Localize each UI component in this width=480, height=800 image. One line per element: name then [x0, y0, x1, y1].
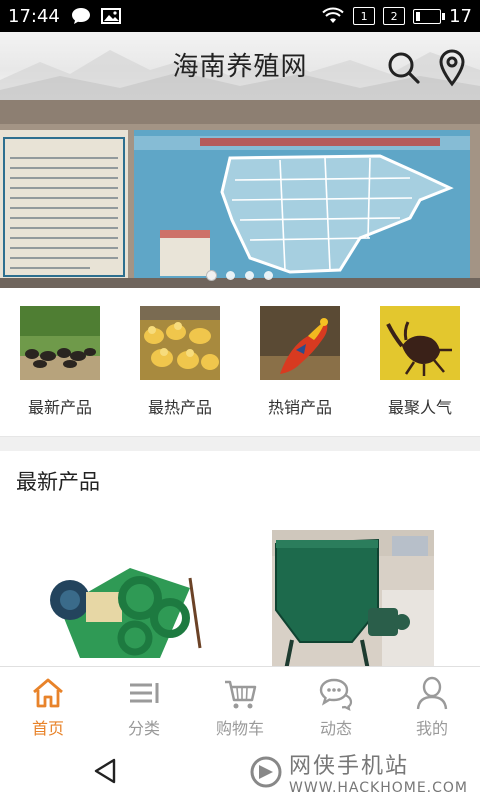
banner-image: [0, 100, 480, 288]
watermark: 网侠手机站 WWW.HACKHOME.COM: [249, 748, 468, 796]
tab-label: 分类: [127, 719, 160, 738]
status-bar: 17:44 1 2 17: [0, 0, 480, 32]
watermark-url: WWW.HACKHOME.COM: [289, 780, 468, 796]
tab-label: 动态: [319, 719, 352, 738]
category-list-icon: [130, 683, 159, 703]
section-title: 最新产品: [16, 470, 100, 494]
tab-home[interactable]: 首页: [0, 667, 96, 743]
quick-link-hottest[interactable]: 最热产品: [120, 288, 240, 436]
status-time: 17:44: [8, 5, 60, 27]
wifi-icon: [322, 7, 344, 23]
quick-link-label: 最热产品: [147, 398, 212, 417]
rhinoceros-beetle-image: [380, 306, 460, 380]
tab-mine[interactable]: 我的: [384, 667, 480, 743]
ducklings-image: [140, 306, 220, 380]
quick-links: 最新产品 最热产品 热销产品 最聚人气: [0, 288, 480, 436]
banner-carousel[interactable]: [0, 100, 480, 288]
product-card-feed-machine[interactable]: [40, 538, 210, 666]
message-icon: [71, 8, 90, 24]
cattle-herd-image: [20, 306, 100, 380]
tab-news[interactable]: 动态: [288, 667, 384, 743]
section-divider: [0, 436, 480, 451]
sim2-badge: 2: [383, 7, 406, 25]
quick-link-label: 最聚人气: [387, 398, 452, 417]
tab-label: 首页: [31, 719, 64, 738]
watermark-name: 网侠手机站: [289, 754, 410, 779]
image-icon: [100, 8, 121, 24]
user-icon: [416, 676, 448, 710]
location-pin-icon[interactable]: [436, 48, 468, 88]
quick-link-popular[interactable]: 最聚人气: [360, 288, 480, 436]
bottom-tab-bar: 首页 分类 购物车 动态 我的: [0, 666, 480, 743]
carousel-dot[interactable]: [245, 271, 254, 280]
app-header: 海南养殖网: [0, 32, 480, 100]
tab-cart[interactable]: 购物车: [192, 667, 288, 743]
carousel-dot[interactable]: [207, 271, 216, 280]
quick-link-label: 热销产品: [267, 398, 332, 417]
battery-level: 17: [449, 5, 472, 27]
golden-pheasant-image: [260, 306, 340, 380]
home-icon: [33, 678, 63, 708]
product-card-mixer-machine[interactable]: [272, 530, 434, 666]
watermark-logo-icon: [250, 756, 282, 788]
quick-link-newest[interactable]: 最新产品: [0, 288, 120, 436]
quick-link-bestselling[interactable]: 热销产品: [240, 288, 360, 436]
battery-icon: [413, 8, 446, 24]
carousel-dot[interactable]: [264, 271, 273, 280]
carousel-indicator: [0, 271, 480, 280]
search-icon[interactable]: [386, 50, 422, 86]
tab-category[interactable]: 分类: [96, 667, 192, 743]
sim1-badge: 1: [353, 7, 376, 25]
product-list: [0, 528, 480, 666]
tab-label: 购物车: [215, 719, 264, 738]
back-icon[interactable]: [90, 756, 120, 786]
system-nav-bar: 网侠手机站 WWW.HACKHOME.COM: [0, 742, 480, 800]
tab-label: 我的: [415, 719, 448, 738]
quick-link-label: 最新产品: [27, 398, 92, 417]
chat-bubbles-icon: [319, 678, 353, 711]
carousel-dot[interactable]: [226, 271, 235, 280]
cart-icon: [225, 680, 257, 709]
